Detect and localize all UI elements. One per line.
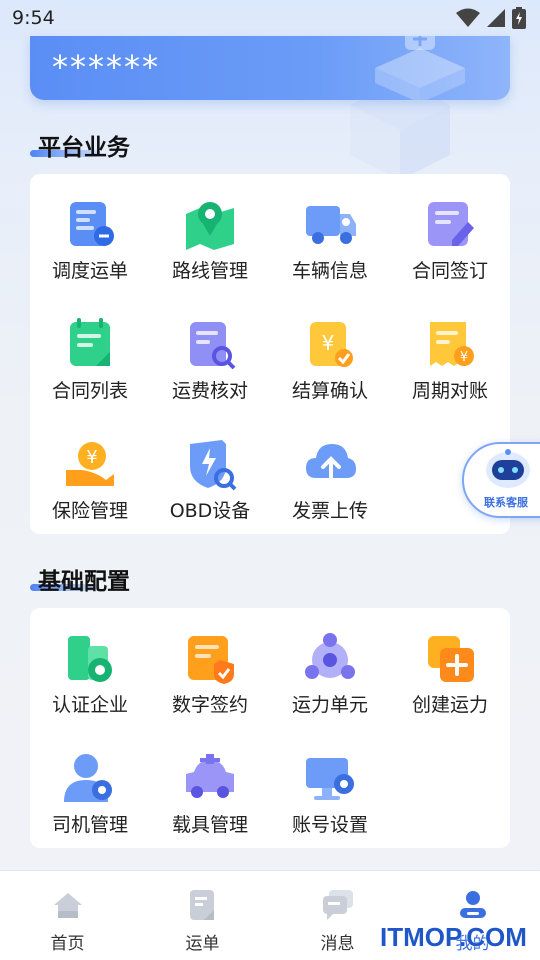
grid-item-label: 账号设置 [291,814,368,836]
signal-icon [487,9,505,27]
card-decoration-icon [375,36,465,100]
grid-item-contract-sign[interactable]: 合同签订 [390,174,510,284]
section-title-basic-config: 基础配置 [38,569,130,595]
grid-item-label: 创建运力 [411,694,488,716]
grid-item-route-management[interactable]: 路线管理 [150,174,270,284]
capacity-unit-icon [300,628,360,688]
basic-config-panel: 认证企业 数字签约 运力单元 创建运力 司机管理 载具管理 账号设置 [30,608,510,848]
settlement-confirm-icon: ¥ [300,314,360,374]
grid-item-label: 路线管理 [171,260,248,282]
watermark: ITMOP.COM [380,922,527,952]
tab-label: 消息 [320,934,355,954]
grid-item-label: 合同签订 [411,260,488,282]
status-icons [456,7,526,29]
contact-support-button[interactable]: 联系客服 [462,442,540,518]
truck-icon [300,194,360,254]
grid-item-freight-check[interactable]: 运费核对 [150,294,270,404]
obd-device-icon [180,434,240,494]
grid-item-dispatch-waybill[interactable]: 调度运单 [30,174,150,284]
create-capacity-icon [420,628,480,688]
grid-item-account-settings[interactable]: 账号设置 [270,728,390,838]
grid-item-label: 认证企业 [51,694,128,716]
grid-item-certified-company[interactable]: 认证企业 [30,608,150,718]
grid-item-invoice-upload[interactable]: 发票上传 [270,414,390,524]
contract-sign-icon [420,194,480,254]
tab-label: 运单 [185,934,220,954]
grid-item-periodic-reconcile[interactable]: ¥ 周期对账 [390,294,510,404]
tab-home[interactable]: 首页 [0,871,135,960]
home-icon [52,889,84,921]
grid-item-digital-sign[interactable]: 数字签约 [150,608,270,718]
grid-item-label: 周期对账 [411,380,488,402]
digital-sign-icon [180,628,240,688]
grid-item-create-capacity[interactable]: 创建运力 [390,608,510,718]
tab-waybill[interactable]: 运单 [135,871,270,960]
battery-icon [512,7,526,29]
periodic-reconcile-icon: ¥ [420,314,480,374]
grid-item-label: 运力单元 [291,694,368,716]
insurance-icon: ¥ [60,434,120,494]
message-icon [322,889,354,921]
grid-item-label: 运费核对 [171,380,248,402]
svg-text:¥: ¥ [322,331,335,355]
grid-item-contract-list[interactable]: 合同列表 [30,294,150,404]
grid-item-label: 结算确认 [291,380,368,402]
certified-company-icon [60,628,120,688]
dispatch-waybill-icon [60,194,120,254]
grid-item-label: 保险管理 [51,500,128,522]
masked-account-value: ****** [52,48,160,86]
invoice-upload-icon [300,434,360,494]
grid-item-settlement-confirm[interactable]: ¥ 结算确认 [270,294,390,404]
tab-label: 首页 [50,934,85,954]
grid-item-obd-device[interactable]: OBD设备 [150,414,270,524]
grid-item-insurance[interactable]: ¥ 保险管理 [30,414,150,524]
support-label: 联系客服 [484,496,528,509]
svg-text:¥: ¥ [86,447,97,468]
grid-item-vehicle-info[interactable]: 车辆信息 [270,174,390,284]
grid-item-label: 载具管理 [171,814,248,836]
freight-check-icon [180,314,240,374]
grid-item-label: 合同列表 [51,380,128,402]
svg-text:¥: ¥ [460,350,468,365]
account-card[interactable]: ****** [30,36,510,100]
driver-icon [60,748,120,808]
grid-item-label: 司机管理 [51,814,128,836]
waybill-icon [187,889,219,921]
contract-list-icon [60,314,120,374]
section-title-platform: 平台业务 [38,135,130,161]
grid-item-label: 数字签约 [171,694,248,716]
status-time: 9:54 [12,7,55,29]
grid-item-label: OBD设备 [169,500,251,522]
grid-item-driver-management[interactable]: 司机管理 [30,728,150,838]
platform-business-panel: 调度运单 路线管理 车辆信息 合同签订 合同列表 运费核对 ¥ 结算确认 ¥ 周… [30,174,510,534]
vehicle-icon [180,748,240,808]
grid-item-label: 发票上传 [291,500,368,522]
profile-icon [457,889,489,921]
account-settings-icon [300,748,360,808]
robot-support-icon [486,449,530,488]
route-map-icon [180,194,240,254]
grid-item-label: 调度运单 [51,260,128,282]
grid-item-vehicle-management[interactable]: 载具管理 [150,728,270,838]
grid-item-capacity-unit[interactable]: 运力单元 [270,608,390,718]
grid-item-label: 车辆信息 [291,260,368,282]
